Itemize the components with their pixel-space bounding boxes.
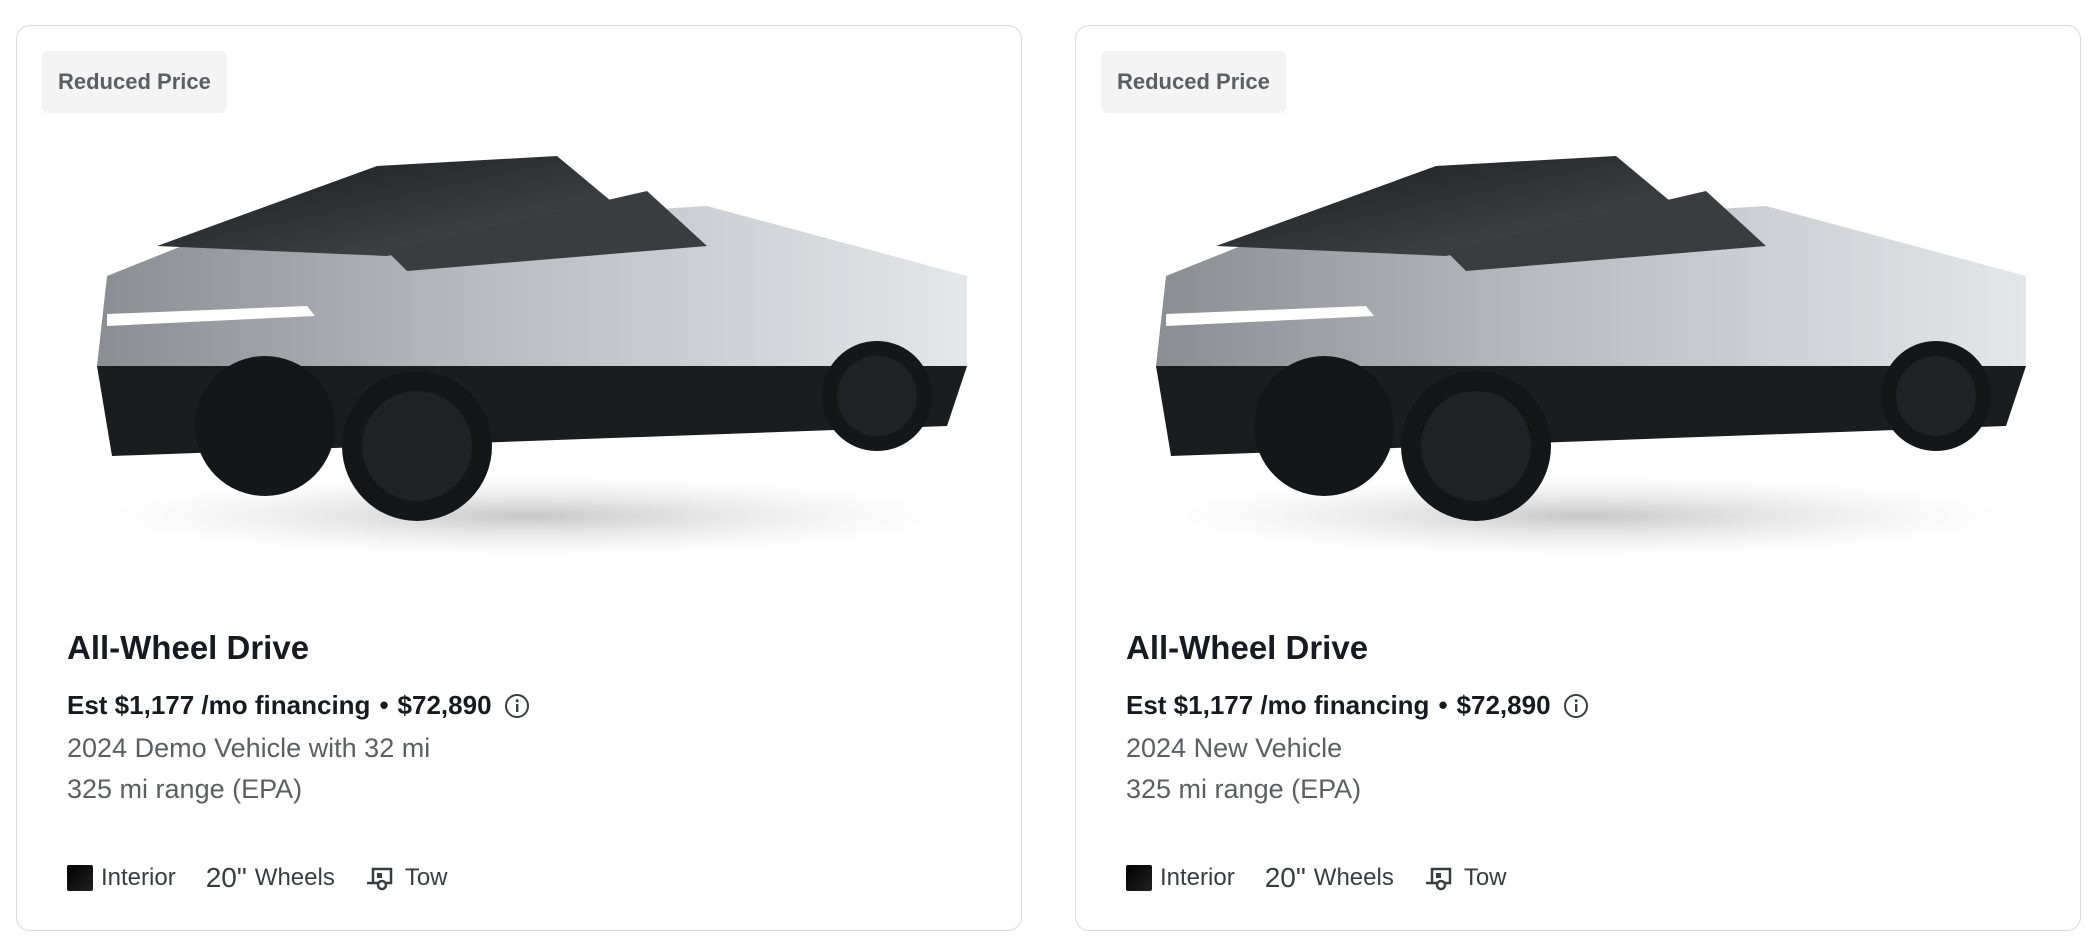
- cybertruck-image[interactable]: [87, 126, 967, 596]
- price-line: Est $1,177 /mo financing • $72,890: [67, 690, 530, 721]
- feature-label: Interior: [101, 864, 176, 891]
- vehicle-title: All-Wheel Drive: [67, 629, 310, 666]
- vehicle-card[interactable]: Reduced Price All-Wheel Drive Est $1,177…: [1075, 25, 2081, 931]
- interior-swatch-icon: [67, 865, 93, 891]
- inventory-grid: Reduced Price All-Wheel Drive Est $1,177…: [0, 0, 2098, 946]
- vehicle-detail: 2024 Demo Vehicle with 32 mi: [67, 733, 431, 763]
- feature-wheels: 20" Wheels: [1265, 862, 1394, 894]
- vehicle-range: 325 mi range (EPA): [1126, 774, 1362, 804]
- feature-tow: Tow: [1424, 864, 1507, 892]
- feature-wheels: 20" Wheels: [206, 862, 335, 894]
- vehicle-detail: 2024 New Vehicle: [1126, 733, 1343, 763]
- feature-label: Tow: [1463, 864, 1507, 891]
- feature-interior: Interior: [1126, 864, 1235, 892]
- feature-label: Tow: [404, 864, 448, 891]
- trailer-icon: [366, 867, 393, 891]
- reduced-price-badge: Reduced Price: [42, 51, 227, 113]
- separator: •: [1438, 690, 1448, 720]
- financing-estimate: Est $1,177 /mo financing: [67, 690, 371, 720]
- interior-swatch-icon: [1126, 865, 1152, 891]
- vehicle-title: All-Wheel Drive: [1126, 629, 1369, 666]
- vehicle-range: 325 mi range (EPA): [67, 774, 303, 804]
- feature-label: Interior: [1160, 864, 1235, 891]
- feature-tow: Tow: [365, 864, 448, 892]
- reduced-price-badge: Reduced Price: [1101, 51, 1286, 113]
- info-icon[interactable]: [1563, 693, 1589, 719]
- vehicle-card[interactable]: Reduced Price All-Wheel Drive Est $1,177…: [16, 25, 1022, 931]
- vehicle-price: $72,890: [1456, 690, 1551, 720]
- wheel-size: 20": [1264, 862, 1306, 893]
- feature-label: Wheels: [254, 864, 335, 891]
- price-line: Est $1,177 /mo financing • $72,890: [1126, 690, 1589, 721]
- feature-list: Interior 20" Wheels Tow: [67, 862, 478, 894]
- cybertruck-image[interactable]: [1146, 126, 2026, 596]
- feature-interior: Interior: [67, 864, 176, 892]
- info-icon[interactable]: [504, 693, 530, 719]
- trailer-icon: [1425, 867, 1452, 891]
- vehicle-price: $72,890: [397, 690, 492, 720]
- separator: •: [379, 690, 389, 720]
- feature-list: Interior 20" Wheels Tow: [1126, 862, 1537, 894]
- feature-label: Wheels: [1313, 864, 1394, 891]
- financing-estimate: Est $1,177 /mo financing: [1126, 690, 1430, 720]
- wheel-size: 20": [205, 862, 247, 893]
